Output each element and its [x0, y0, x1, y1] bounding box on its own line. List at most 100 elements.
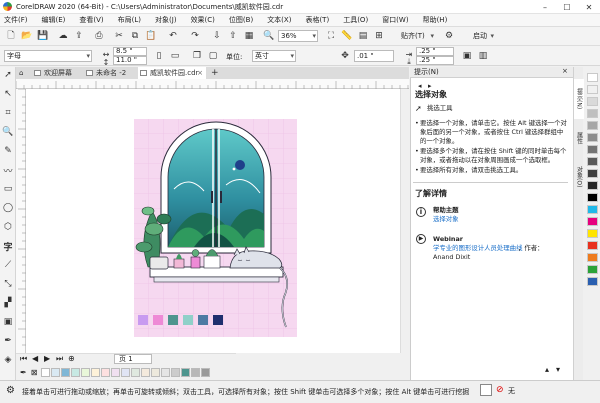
tab-untitled-2[interactable]: 未命名 -2 — [84, 67, 136, 79]
help-topic-link[interactable]: 选择对象 — [433, 215, 459, 224]
menu-effects[interactable]: 效果(C) — [184, 15, 222, 25]
ellipse-tool-icon[interactable]: ◯ — [2, 202, 14, 214]
vertical-scrollbar[interactable] — [400, 89, 409, 353]
document-palette-swatch[interactable] — [151, 368, 161, 377]
interactive-fill-icon[interactable]: ◈ — [2, 354, 14, 366]
hints-forward-icon[interactable]: ▸ — [428, 82, 432, 90]
side-tab-properties[interactable]: 属性 — [574, 125, 584, 151]
document-palette-swatch[interactable] — [181, 368, 191, 377]
nudge-distance-input[interactable]: .01 " — [354, 50, 394, 62]
palette-color-swatch[interactable] — [587, 157, 598, 166]
palette-color-swatch[interactable] — [587, 169, 598, 178]
menu-file[interactable]: 文件(F) — [0, 15, 35, 25]
document-palette-swatch[interactable] — [201, 368, 211, 377]
save-icon[interactable]: 💾 — [36, 29, 50, 43]
tab-active-document[interactable]: 威凯软件园.cdr × — [138, 67, 206, 79]
current-page-icon[interactable]: ▢ — [206, 49, 220, 63]
cut-icon[interactable]: ✂ — [112, 29, 126, 43]
palette-color-swatch[interactable] — [587, 133, 598, 142]
palette-color-swatch[interactable] — [587, 265, 598, 274]
document-palette-swatch[interactable] — [61, 368, 71, 377]
maximize-icon[interactable]: ☐ — [556, 0, 578, 14]
minimize-icon[interactable]: – — [534, 0, 556, 14]
all-pages-icon[interactable]: ❐ — [190, 49, 204, 63]
parallel-dimension-icon[interactable]: ⟋ — [2, 259, 14, 271]
webinar-link[interactable]: 学专业的图形设计人员处理曲线 — [433, 244, 522, 253]
document-palette-swatch[interactable] — [71, 368, 81, 377]
horizontal-scrollbar[interactable] — [236, 355, 400, 364]
home-tab-icon[interactable]: ⌂ — [16, 67, 32, 79]
palette-color-swatch[interactable] — [587, 229, 598, 238]
menu-edit[interactable]: 编辑(E) — [35, 15, 73, 25]
page-height-input[interactable]: 11.0 " — [113, 56, 147, 65]
eyedropper-icon[interactable]: ✒ — [2, 335, 14, 347]
landscape-icon[interactable]: ▭ — [168, 49, 182, 63]
docker-scroll-up-icon[interactable]: ▴ — [545, 365, 549, 374]
menu-window[interactable]: 窗口(W) — [375, 15, 415, 25]
outline-none-icon[interactable]: ⊘ — [496, 385, 504, 395]
publish-pdf-icon[interactable]: ▦ — [242, 29, 256, 43]
palette-color-swatch[interactable] — [587, 241, 598, 250]
document-palette-swatch[interactable] — [121, 368, 131, 377]
menu-text[interactable]: 文本(X) — [260, 15, 298, 25]
vertical-ruler[interactable] — [16, 89, 26, 353]
show-rulers-icon[interactable]: 📏 — [340, 29, 354, 43]
side-tab-objects[interactable]: 对象(O) — [574, 157, 584, 197]
portrait-icon[interactable]: ▯ — [152, 49, 166, 63]
menu-help[interactable]: 帮助(H) — [416, 15, 450, 25]
paste-icon[interactable]: 📋 — [144, 29, 158, 43]
freehand-tool-icon[interactable]: ✎ — [2, 145, 14, 157]
artwork-color-swatch[interactable] — [183, 315, 193, 325]
document-palette-swatch[interactable] — [101, 368, 111, 377]
tab-close-icon[interactable]: × — [197, 67, 203, 79]
palette-color-swatch[interactable] — [587, 109, 598, 118]
import-icon[interactable]: ⇩ — [210, 29, 224, 43]
snap-to-dropdown[interactable]: 贴齐(T) — [398, 30, 436, 42]
add-tab-icon[interactable]: + — [208, 67, 222, 79]
document-palette-swatch[interactable] — [81, 368, 91, 377]
first-page-icon[interactable]: ⏮ — [20, 354, 27, 364]
document-palette-swatch[interactable] — [141, 368, 151, 377]
next-page-icon[interactable]: ▶ — [44, 354, 50, 363]
palette-color-swatch[interactable] — [587, 121, 598, 130]
undo-icon[interactable]: ↶ — [166, 29, 180, 43]
palette-color-swatch[interactable] — [587, 85, 598, 94]
show-grid-icon[interactable]: ▤ — [356, 29, 370, 43]
rectangle-tool-icon[interactable]: ▭ — [2, 183, 14, 195]
palette-color-swatch[interactable] — [587, 217, 598, 226]
open-folder-icon[interactable]: 📂 — [20, 29, 34, 43]
previous-page-icon[interactable]: ◀ — [32, 354, 38, 363]
document-palette-swatch[interactable] — [161, 368, 171, 377]
shape-tool-icon[interactable]: ↖ — [2, 88, 14, 100]
duplicate-x-input[interactable]: .25 " — [416, 47, 454, 56]
connector-tool-icon[interactable]: ⤡ — [2, 278, 14, 290]
horizontal-ruler[interactable] — [16, 79, 409, 89]
palette-color-swatch[interactable] — [587, 253, 598, 262]
full-screen-icon[interactable]: ⛶ — [324, 29, 338, 43]
menu-object[interactable]: 对象(J) — [148, 15, 184, 25]
palette-color-swatch[interactable] — [587, 181, 598, 190]
docker-scroll-down-icon[interactable]: ▾ — [556, 365, 560, 374]
side-tab-hints[interactable]: 提示(N) — [574, 79, 584, 119]
document-palette-swatch[interactable] — [51, 368, 61, 377]
zoom-level-select[interactable]: 36% — [278, 30, 318, 42]
document-palette-swatch[interactable] — [111, 368, 121, 377]
palette-color-swatch[interactable] — [587, 277, 598, 286]
add-page-icon[interactable]: ⊕ — [68, 354, 75, 363]
palette-eyedropper-icon[interactable]: ✒ — [20, 368, 27, 377]
document-palette-swatch[interactable] — [91, 368, 101, 377]
palette-color-swatch[interactable] — [587, 73, 598, 82]
artwork-color-swatch[interactable] — [138, 315, 148, 325]
docker-close-icon[interactable]: × — [562, 67, 568, 75]
polygon-tool-icon[interactable]: ⬡ — [2, 221, 14, 233]
document-palette-swatch[interactable] — [191, 368, 201, 377]
close-icon[interactable]: ✕ — [578, 0, 600, 14]
zoom-tool-icon[interactable]: 🔍 — [2, 126, 14, 138]
cloud-upload-icon[interactable]: ⇪ — [72, 29, 86, 43]
page-options-icon[interactable]: ▣ — [460, 49, 474, 63]
fill-indicator-icon[interactable] — [480, 384, 492, 396]
crop-tool-icon[interactable]: ⌗ — [2, 107, 14, 119]
copy-icon[interactable]: ⧉ — [128, 29, 142, 43]
redo-icon[interactable]: ↷ — [188, 29, 202, 43]
page-tab[interactable]: 页 1 — [114, 354, 152, 364]
